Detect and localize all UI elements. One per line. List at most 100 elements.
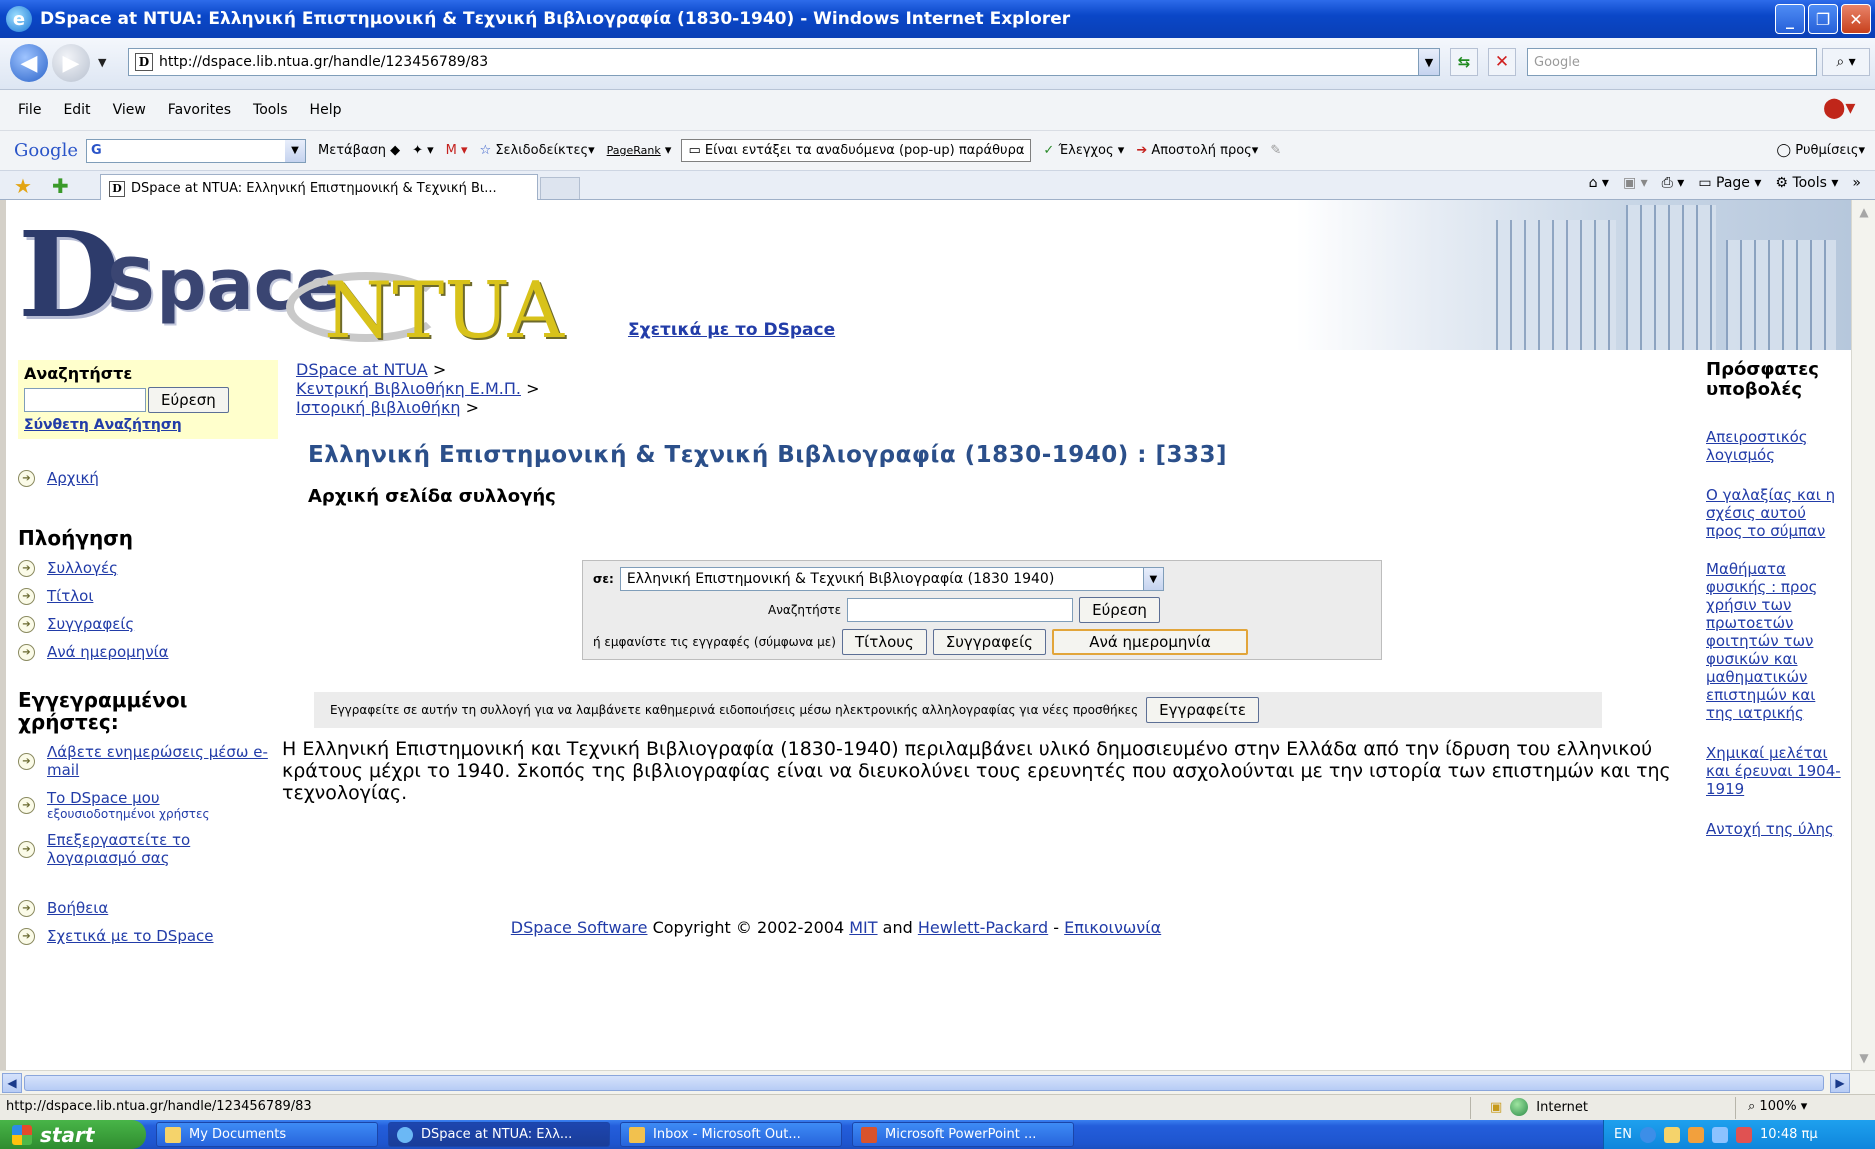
zoom-level[interactable]: ⌕ 100% ▾	[1748, 1099, 1807, 1114]
browse-authors-button[interactable]: Συγγραφείς	[932, 629, 1046, 655]
breadcrumb-link[interactable]: DSpace at NTUA	[296, 360, 428, 379]
menu-help[interactable]: Help	[310, 102, 342, 118]
nav-email-updates[interactable]: ➔ Λάβετε ενημερώσεις μέσω e-mail	[18, 743, 278, 779]
home-icon[interactable]: ⌂ ▾	[1589, 175, 1609, 191]
nav-email-updates-link[interactable]: Λάβετε ενημερώσεις μέσω e-mail	[47, 743, 278, 779]
menu-edit[interactable]: Edit	[63, 102, 90, 118]
chevron-down-icon[interactable]: ▼	[284, 139, 305, 162]
settings-button[interactable]: ◯ Ρυθμίσεις ▾	[1776, 143, 1865, 158]
send-to-button[interactable]: ➔ Αποστολή προς ▾	[1136, 143, 1258, 158]
recent-item-link[interactable]: Απειροστικός λογισμός	[1706, 428, 1808, 464]
stop-button[interactable]: ✕	[1488, 48, 1516, 76]
task-my-documents[interactable]: My Documents	[156, 1122, 378, 1147]
contact-link[interactable]: Επικοινωνία	[1064, 918, 1161, 937]
bookmarks-button[interactable]: ☆ Σελιδοδείκτες ▾	[480, 143, 595, 158]
tray-expand-icon[interactable]	[1639, 1126, 1656, 1143]
pagerank-button[interactable]: PageRank ▾	[607, 143, 672, 158]
popup-blocker-button[interactable]: ▭ Είναι εντάξει τα αναδυόμενα (pop-up) π…	[681, 139, 1032, 162]
network-icon[interactable]	[1711, 1126, 1728, 1143]
scroll-left-icon[interactable]: ◀	[2, 1073, 22, 1093]
address-input[interactable]: D http://dspace.lib.ntua.gr/handle/12345…	[128, 48, 1430, 76]
nav-collections-link[interactable]: Συλλογές	[47, 559, 118, 577]
mail-icon[interactable]	[1663, 1126, 1680, 1143]
subscribe-button[interactable]: Εγγραφείτε	[1146, 697, 1260, 723]
minimize-button[interactable]: _	[1775, 4, 1805, 34]
menu-view[interactable]: View	[113, 102, 146, 118]
nav-authors-link[interactable]: Συγγραφείς	[47, 615, 134, 633]
gmail-icon[interactable]: M ▾	[446, 143, 468, 158]
collection-search-input[interactable]	[847, 598, 1074, 622]
highlight-icon[interactable]: ✎	[1270, 143, 1281, 158]
new-tab-button[interactable]	[540, 177, 580, 199]
quick-search-button[interactable]: Εύρεση	[148, 387, 229, 413]
spellcheck-button[interactable]: ✓ Έλεγχος ▾	[1043, 143, 1124, 158]
acrobat-icon[interactable]: ⬤▾	[1823, 95, 1855, 121]
menu-file[interactable]: File	[18, 102, 41, 118]
print-icon[interactable]: ⎙ ▾	[1662, 175, 1685, 191]
puzzle-icon[interactable]: ✦ ▾	[412, 143, 434, 158]
hp-link[interactable]: Hewlett-Packard	[918, 918, 1048, 937]
nav-edit-profile-link[interactable]: Επεξεργαστείτε το λογαριασμό σας	[47, 831, 278, 867]
nav-by-date-link[interactable]: Ανά ημερομηνία	[47, 643, 169, 661]
scrollbar-thumb[interactable]	[24, 1075, 1824, 1091]
nav-help[interactable]: ➔ Βοήθεια	[18, 899, 278, 917]
language-indicator[interactable]: EN	[1614, 1127, 1632, 1142]
recent-item-link[interactable]: Χημικαί μελέται και έρευναι 1904-1919	[1706, 744, 1841, 798]
restore-button[interactable]: ❐	[1808, 4, 1838, 34]
scroll-down-icon[interactable]: ▼	[1854, 1048, 1874, 1068]
web-search-input[interactable]: Google	[1527, 48, 1817, 76]
header-about-link[interactable]: Σχετικά με το DSpace	[628, 320, 835, 340]
scope-select[interactable]: Ελληνική Επιστημονική & Τεχνική Βιβλιογρ…	[619, 567, 1164, 591]
scroll-right-icon[interactable]: ▶	[1830, 1073, 1850, 1093]
breadcrumb-link[interactable]: Κεντρική Βιβλιοθήκη Ε.Μ.Π.	[296, 379, 521, 398]
nav-by-date[interactable]: ➔ Ανά ημερομηνία	[18, 643, 278, 661]
nav-my-dspace[interactable]: ➔ Το DSpace μου εξουσιοδοτημένοι χρήστες	[18, 789, 278, 821]
nav-edit-profile[interactable]: ➔ Επεξεργαστείτε το λογαριασμό σας	[18, 831, 278, 867]
page-menu[interactable]: ▭ Page ▾	[1698, 175, 1761, 191]
scroll-up-icon[interactable]: ▲	[1854, 202, 1874, 222]
tab-active[interactable]: D DSpace at NTUA: Ελληνική Επιστημονική …	[100, 174, 538, 202]
horizontal-scrollbar[interactable]: ◀ ▶	[0, 1070, 1875, 1094]
menu-tools[interactable]: Tools	[253, 102, 288, 118]
task-ie[interactable]: DSpace at NTUA: Ελλ...	[388, 1122, 610, 1147]
nav-collections[interactable]: ➔ Συλλογές	[18, 559, 278, 577]
mit-link[interactable]: MIT	[849, 918, 877, 937]
nav-home[interactable]: ➔ Αρχική	[18, 469, 278, 487]
start-button[interactable]: start	[0, 1120, 146, 1149]
nav-help-link[interactable]: Βοήθεια	[47, 899, 108, 917]
google-go-button[interactable]: Μετάβαση ◆	[318, 143, 400, 158]
dspace-software-link[interactable]: DSpace Software	[511, 918, 648, 937]
task-powerpoint[interactable]: Microsoft PowerPoint ...	[852, 1122, 1074, 1147]
tools-menu[interactable]: ⚙ Tools ▾	[1775, 175, 1838, 191]
back-button[interactable]: ◀	[10, 44, 48, 82]
browse-date-button[interactable]: Ανά ημερομηνία	[1051, 629, 1248, 655]
nav-titles[interactable]: ➔ Τίτλοι	[18, 587, 278, 605]
more-icon[interactable]: »	[1852, 175, 1861, 191]
add-favorites-icon[interactable]: ✚	[52, 174, 69, 198]
refresh-button[interactable]: ⇆	[1450, 48, 1478, 76]
security-tray-icon[interactable]	[1735, 1126, 1752, 1143]
history-dropdown-icon[interactable]: ▼	[98, 56, 106, 69]
security-zone[interactable]: ▣ Internet	[1490, 1098, 1588, 1116]
outlook-tray-icon[interactable]	[1687, 1126, 1704, 1143]
quick-search-input[interactable]	[24, 388, 146, 412]
close-button[interactable]: ✕	[1841, 4, 1871, 34]
recent-item-link[interactable]: Ο γαλαξίας και η σχέσις αυτού προς το σύ…	[1706, 486, 1835, 540]
breadcrumb-link[interactable]: Ιστορική βιβλιοθήκη	[296, 398, 461, 417]
search-icon[interactable]: ⌕ ▾	[1822, 48, 1870, 76]
feeds-icon[interactable]: ▣ ▾	[1623, 175, 1648, 191]
advanced-search-link[interactable]: Σύνθετη Αναζήτηση	[24, 417, 272, 433]
nav-titles-link[interactable]: Τίτλοι	[47, 587, 93, 605]
google-search-input[interactable]: G ▼	[85, 138, 306, 163]
nav-authors[interactable]: ➔ Συγγραφείς	[18, 615, 278, 633]
nav-home-link[interactable]: Αρχική	[47, 469, 99, 487]
recent-item-link[interactable]: Αντοχή της ύλης	[1706, 820, 1834, 838]
chevron-down-icon[interactable]: ▼	[1142, 568, 1163, 590]
task-outlook[interactable]: Inbox - Microsoft Out...	[620, 1122, 842, 1147]
address-dropdown-icon[interactable]: ▼	[1418, 48, 1440, 76]
vertical-scrollbar[interactable]: ▲ ▼	[1851, 200, 1875, 1070]
favorites-star-icon[interactable]: ★	[14, 174, 32, 198]
forward-button[interactable]: ▶	[52, 44, 90, 82]
recent-item-link[interactable]: Μαθήματα φυσικής : προς χρήσιν των πρωτο…	[1706, 560, 1817, 722]
collection-search-button[interactable]: Εύρεση	[1079, 597, 1160, 623]
